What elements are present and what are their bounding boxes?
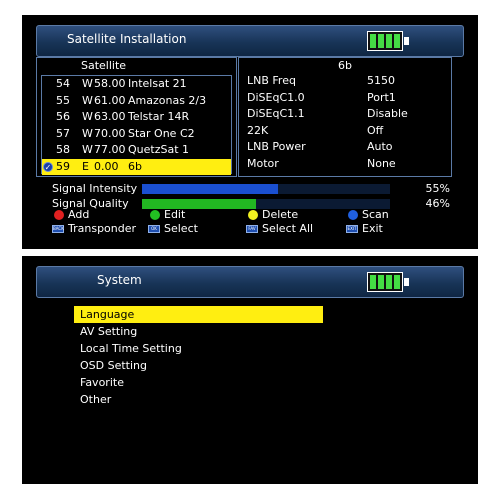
scan-key-label: Scan: [362, 208, 389, 221]
select-key-label: Select: [164, 222, 198, 235]
select-all-key-label: Select All: [262, 222, 314, 235]
menu-item[interactable]: OSD Setting: [74, 357, 323, 374]
page-title: System: [97, 273, 142, 287]
info-label: Motor: [247, 156, 279, 170]
title-bar: Satellite Installation: [36, 25, 464, 57]
satellite-name: Intelsat 21: [128, 77, 187, 90]
exit-key-label: Exit: [362, 222, 383, 235]
button-key-row: BACK Transponder OK Select FAV Select Al…: [52, 222, 458, 236]
satellite-name: QuetzSat 1: [128, 143, 190, 156]
exit-button-icon: EXIT: [346, 225, 358, 233]
info-value: None: [367, 156, 396, 170]
fav-button-icon: FAV: [246, 225, 258, 233]
satellite-row[interactable]: 58 W 77.00 QuetzSat 1: [42, 142, 231, 159]
battery-tip: [404, 37, 409, 45]
satellite-degrees: 58.00: [94, 77, 126, 90]
satellite-degrees: 77.00: [94, 143, 126, 156]
satellite-name: Telstar 14R: [128, 110, 190, 123]
selected-check-icon: ✓: [43, 161, 53, 172]
system-screen: System Language AV Setting Local Time Sett…: [22, 256, 478, 484]
add-key-label: Add: [68, 208, 90, 221]
satellite-direction: E: [82, 159, 89, 173]
satellite-direction: W: [82, 77, 93, 90]
satellite-list[interactable]: 54 W 58.00 Intelsat 21 55 W 61.00 Amazonas 2/3 5…: [41, 75, 232, 175]
info-row[interactable]: 22K Off: [239, 123, 451, 140]
transponder-key-label: Transponder: [68, 222, 137, 235]
info-label: DiSEqC1.1: [247, 107, 305, 120]
satellite-direction: W: [82, 93, 93, 107]
info-row[interactable]: DiSEqC1.1 Disable: [239, 106, 451, 123]
satellite-degrees: 61.00: [94, 93, 126, 107]
satellite-row[interactable]: 57 W 70.00 Star One C2: [42, 126, 231, 143]
info-value: Disable: [367, 107, 408, 120]
info-row[interactable]: LNB Freq 5150: [239, 73, 451, 90]
menu-item[interactable]: Local Time Setting: [74, 340, 323, 357]
signal-intensity: Signal Intensity 55%: [52, 182, 458, 196]
satellite-number: 56: [56, 110, 70, 123]
system-menu: Language AV Setting Local Time Setting OSD …: [74, 306, 323, 408]
info-value: Port1: [367, 90, 396, 104]
info-value: Off: [367, 123, 384, 137]
signal-intensity-label: Signal Intensity: [52, 182, 138, 195]
info-label: DiSEqC1.0: [247, 90, 305, 104]
satellite-info-panel: 6b LNB Freq 5150 DiSEqC1.0 Port1 DiSEqC1.1 Di…: [238, 57, 452, 177]
menu-item[interactable]: Favorite: [74, 374, 323, 391]
battery-icon: [367, 272, 403, 292]
info-row[interactable]: LNB Power Auto: [239, 139, 451, 156]
color-key-row: Add Edit Delete Scan: [52, 208, 458, 222]
page-title: Satellite Installation: [67, 32, 187, 46]
satellite-number: 59: [56, 159, 70, 173]
info-value: Auto: [367, 140, 393, 153]
satellite-name: 6b: [128, 159, 142, 173]
satellite-direction: W: [82, 143, 93, 156]
info-label: 22K: [247, 123, 269, 137]
menu-item[interactable]: Other: [74, 391, 323, 408]
battery-tip: [404, 278, 409, 286]
satellite-installation-screen: Satellite Installation Satellite 54 W 58.0…: [22, 15, 478, 249]
title-bar: System: [36, 266, 464, 298]
info-value: 5150: [367, 74, 395, 87]
satellite-name: Amazonas 2/3: [128, 93, 207, 107]
satellite-degrees: 0.00: [94, 159, 119, 173]
satellite-number: 55: [56, 93, 70, 107]
info-header: 6b: [338, 59, 352, 72]
satellite-list-header: Satellite: [81, 59, 127, 72]
info-row[interactable]: DiSEqC1.0 Port1: [239, 90, 451, 107]
delete-key-label: Delete: [262, 208, 299, 221]
info-label: LNB Power: [247, 140, 306, 153]
battery-icon: [367, 31, 403, 51]
satellite-row[interactable]: 54 W 58.00 Intelsat 21: [42, 76, 231, 93]
green-dot-icon: [150, 210, 160, 220]
satellite-row[interactable]: 56 W 63.00 Telstar 14R: [42, 109, 231, 126]
signal-intensity-bar: [142, 184, 390, 194]
satellite-row[interactable]: ✓ 59 E 0.00 6b: [42, 158, 231, 175]
satellite-direction: W: [82, 110, 93, 123]
blue-dot-icon: [348, 210, 358, 220]
satellite-degrees: 63.00: [94, 110, 126, 123]
satellite-number: 58: [56, 143, 70, 156]
menu-item[interactable]: Language: [74, 306, 323, 323]
satellite-name: Star One C2: [128, 126, 195, 140]
ok-button-icon: OK: [148, 225, 160, 233]
satellite-number: 57: [56, 126, 70, 140]
info-row[interactable]: Motor None: [239, 156, 451, 173]
satellite-number: 54: [56, 77, 70, 90]
satellite-row[interactable]: 55 W 61.00 Amazonas 2/3: [42, 93, 231, 110]
yellow-dot-icon: [248, 210, 258, 220]
satellite-direction: W: [82, 126, 93, 140]
satellite-list-panel: Satellite 54 W 58.00 Intelsat 21 55 W 61.00 Ama…: [36, 57, 237, 177]
satellite-degrees: 70.00: [94, 126, 126, 140]
signal-intensity-percent: 55%: [425, 182, 450, 195]
menu-item[interactable]: AV Setting: [74, 323, 323, 340]
edit-key-label: Edit: [164, 208, 186, 221]
back-button-icon: BACK: [52, 225, 64, 233]
info-label: LNB Freq: [247, 74, 296, 87]
red-dot-icon: [54, 210, 64, 220]
